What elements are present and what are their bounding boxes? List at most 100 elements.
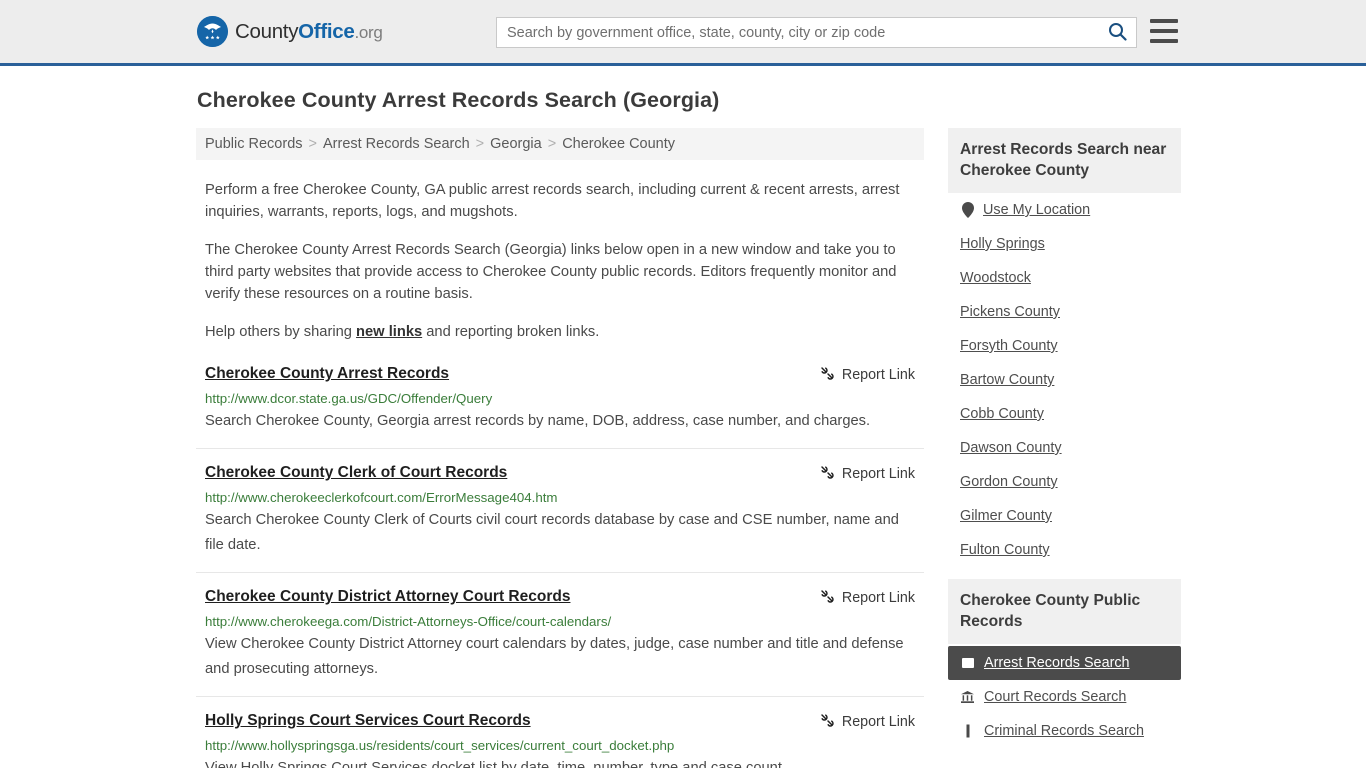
hamburger-bar	[1150, 29, 1178, 33]
site-logo[interactable]: CountyOffice.org	[197, 16, 383, 47]
intro-paragraph-2: The Cherokee County Arrest Records Searc…	[205, 242, 897, 302]
report-link-label: Report Link	[841, 590, 915, 606]
list-item: Cobb County	[948, 397, 1181, 431]
result-url[interactable]: http://www.cherokeeclerkofcourt.com/Erro…	[205, 489, 915, 506]
intro-text: Perform a free Cherokee County, GA publi…	[196, 179, 924, 343]
list-item: Gordon County	[948, 465, 1181, 499]
eagle-seal-icon	[197, 16, 228, 47]
intro-p3-before: Help others by sharing	[205, 324, 357, 340]
courthouse-icon	[960, 690, 975, 705]
sidebar-item-label: Pickens County	[960, 304, 1060, 320]
result-description: Search Cherokee County, Georgia arrest r…	[205, 413, 871, 429]
result-item: Cherokee County Clerk of Court Records R…	[196, 463, 924, 573]
result-item: Holly Springs Court Services Court Recor…	[196, 711, 924, 768]
sidebar-item-label: Dawson County	[960, 440, 1062, 456]
list-item: Dawson County	[948, 431, 1181, 465]
sidebar-item-label: Forsyth County	[960, 338, 1058, 354]
sidebar-item-label: Gilmer County	[960, 508, 1052, 524]
sidebar-nearby-box: Arrest Records Search near Cherokee Coun…	[948, 128, 1181, 567]
sidebar-item-label: Arrest Records Search	[984, 655, 1130, 671]
hamburger-bar	[1150, 19, 1178, 23]
sidebar-item-bartow-county[interactable]: Bartow County	[948, 363, 1181, 397]
sidebar-nearby-heading: Arrest Records Search near Cherokee Coun…	[948, 128, 1181, 193]
result-item: Cherokee County Arrest Records Report Li…	[196, 364, 924, 449]
sidebar-item-gordon-county[interactable]: Gordon County	[948, 465, 1181, 499]
report-link-button[interactable]: Report Link	[819, 588, 915, 608]
search-input[interactable]	[497, 18, 1098, 47]
sidebar-item-arrest-records-search[interactable]: Arrest Records Search	[948, 646, 1181, 680]
main-content: Public Records > Arrest Records Search >…	[196, 128, 924, 768]
sidebar-item-holly-springs[interactable]: Holly Springs	[948, 227, 1181, 261]
result-header: Cherokee County District Attorney Court …	[205, 587, 915, 608]
results-list: Cherokee County Arrest Records Report Li…	[196, 364, 924, 768]
hamburger-bar	[1150, 39, 1178, 43]
logo-text-county: County	[235, 19, 299, 43]
logo-wordmark: CountyOffice.org	[235, 20, 383, 44]
result-title-link[interactable]: Cherokee County Clerk of Court Records	[205, 463, 507, 483]
list-item: Fulton County	[948, 533, 1181, 567]
breadcrumb-item-georgia[interactable]: Georgia	[490, 136, 542, 152]
report-link-button[interactable]: Report Link	[819, 464, 915, 484]
broken-link-icon	[819, 712, 835, 732]
result-title-link[interactable]: Holly Springs Court Services Court Recor…	[205, 711, 531, 731]
list-item: Holly Springs	[948, 227, 1181, 261]
breadcrumb-item-arrest-records-search[interactable]: Arrest Records Search	[323, 136, 470, 152]
list-item: Arrest Records Search	[948, 646, 1181, 680]
intro-paragraph-3: Help others by sharing new links and rep…	[205, 321, 915, 343]
breadcrumb: Public Records > Arrest Records Search >…	[196, 128, 924, 160]
result-description: View Holly Springs Court Services docket…	[205, 760, 786, 768]
sidebar-public-records-list: Arrest Records Search Court Records Sear…	[948, 646, 1181, 748]
list-item: Forsyth County	[948, 329, 1181, 363]
sidebar-item-label: Holly Springs	[960, 236, 1045, 252]
result-url[interactable]: http://www.hollyspringsga.us/residents/c…	[205, 737, 915, 754]
result-title-link[interactable]: Cherokee County District Attorney Court …	[205, 587, 570, 607]
result-title-link[interactable]: Cherokee County Arrest Records	[205, 364, 449, 384]
logo-text-org: .org	[354, 22, 383, 42]
sidebar-item-pickens-county[interactable]: Pickens County	[948, 295, 1181, 329]
result-url[interactable]: http://www.dcor.state.ga.us/GDC/Offender…	[205, 390, 915, 407]
sidebar-item-forsyth-county[interactable]: Forsyth County	[948, 329, 1181, 363]
id-card-icon	[960, 656, 975, 671]
sidebar-item-use-my-location[interactable]: Use My Location	[948, 193, 1181, 227]
sidebar-public-records-heading: Cherokee County Public Records	[948, 579, 1181, 644]
result-item: Cherokee County District Attorney Court …	[196, 587, 924, 697]
report-link-button[interactable]: Report Link	[819, 712, 915, 732]
result-url[interactable]: http://www.cherokeega.com/District-Attor…	[205, 613, 915, 630]
page-title: Cherokee County Arrest Records Search (G…	[197, 88, 720, 112]
sidebar-item-court-records-search[interactable]: Court Records Search	[948, 680, 1181, 714]
sidebar: Arrest Records Search near Cherokee Coun…	[948, 128, 1181, 768]
result-header: Cherokee County Clerk of Court Records R…	[205, 463, 915, 484]
list-item: Gilmer County	[948, 499, 1181, 533]
broken-link-icon	[819, 464, 835, 484]
report-link-button[interactable]: Report Link	[819, 365, 915, 385]
map-pin-icon	[960, 202, 975, 218]
hamburger-menu-icon[interactable]	[1150, 19, 1178, 43]
sidebar-item-fulton-county[interactable]: Fulton County	[948, 533, 1181, 567]
list-item: Court Records Search	[948, 680, 1181, 714]
sidebar-item-criminal-records-search[interactable]: Criminal Records Search	[948, 714, 1181, 748]
report-link-label: Report Link	[841, 367, 915, 383]
broken-link-icon	[819, 588, 835, 608]
search-button[interactable]	[1098, 18, 1136, 47]
site-header: CountyOffice.org	[0, 0, 1366, 66]
result-description: View Cherokee County District Attorney c…	[205, 636, 904, 677]
new-links-link[interactable]: new links	[356, 324, 422, 340]
sidebar-item-label: Criminal Records Search	[984, 723, 1144, 739]
breadcrumb-separator: >	[308, 136, 317, 152]
sidebar-item-woodstock[interactable]: Woodstock	[948, 261, 1181, 295]
breadcrumb-item-public-records[interactable]: Public Records	[205, 136, 303, 152]
intro-p3-after: and reporting broken links.	[422, 324, 600, 340]
sidebar-item-cobb-county[interactable]: Cobb County	[948, 397, 1181, 431]
sidebar-item-label: Gordon County	[960, 474, 1058, 490]
sidebar-public-records-box: Cherokee County Public Records Arrest Re…	[948, 579, 1181, 748]
sidebar-item-dawson-county[interactable]: Dawson County	[948, 431, 1181, 465]
sidebar-item-label: Court Records Search	[984, 689, 1127, 705]
search-bar[interactable]	[496, 17, 1137, 48]
sidebar-item-gilmer-county[interactable]: Gilmer County	[948, 499, 1181, 533]
list-item: Use My Location	[948, 193, 1181, 227]
sidebar-nearby-list: Use My Location Holly Springs Woodstock …	[948, 193, 1181, 567]
sidebar-item-label: Woodstock	[960, 270, 1031, 286]
result-header: Cherokee County Arrest Records Report Li…	[205, 364, 915, 385]
breadcrumb-item-cherokee-county[interactable]: Cherokee County	[562, 136, 675, 152]
